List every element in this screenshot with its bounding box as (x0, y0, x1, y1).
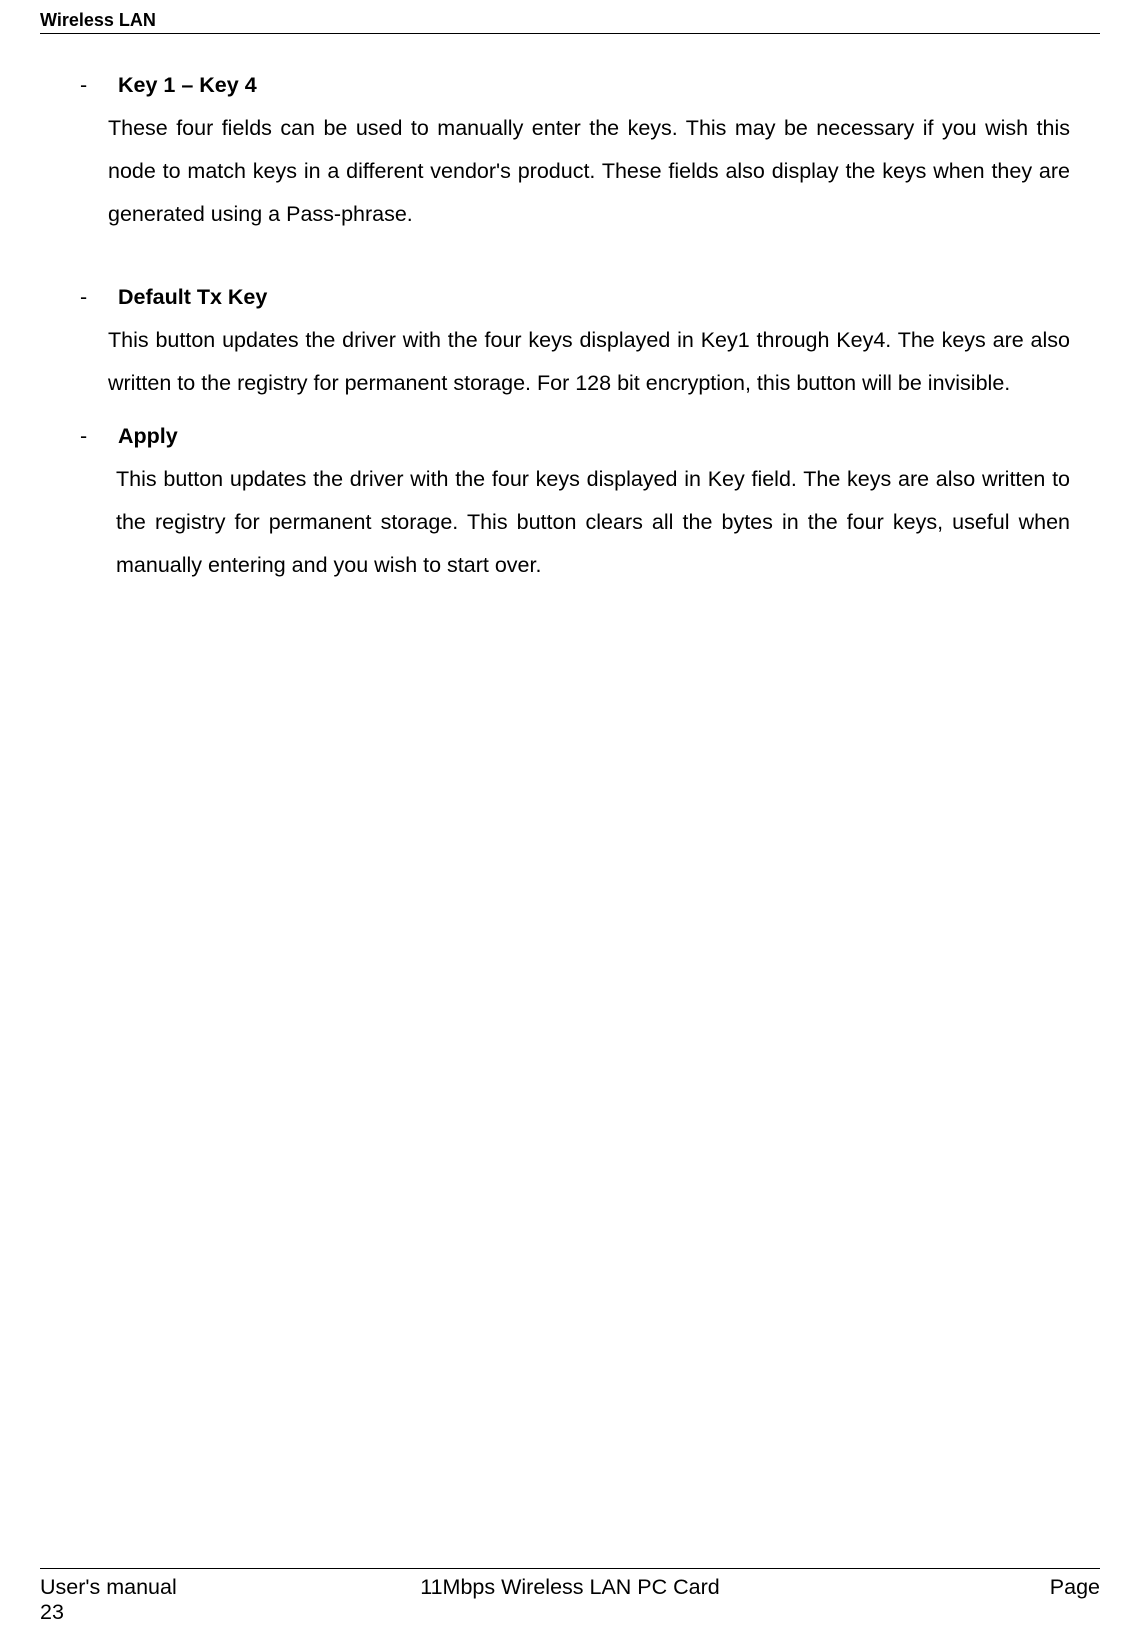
footer-right: Page (747, 1575, 1100, 1600)
item-body: These four fields can be used to manuall… (70, 107, 1070, 236)
list-item: - Apply This button updates the driver w… (70, 415, 1070, 587)
footer-left: User's manual (40, 1575, 393, 1600)
bullet-dash: - (70, 64, 118, 107)
page-header: Wireless LAN (40, 0, 1100, 34)
item-heading: Key 1 – Key 4 (118, 64, 257, 107)
footer-top-row: User's manual 11Mbps Wireless LAN PC Car… (40, 1575, 1100, 1600)
page-container: Wireless LAN - Key 1 – Key 4 These four … (0, 0, 1140, 1650)
footer-center: 11Mbps Wireless LAN PC Card (393, 1575, 746, 1600)
item-heading: Default Tx Key (118, 276, 267, 319)
list-item: - Key 1 – Key 4 These four fields can be… (70, 64, 1070, 236)
item-body: This button updates the driver with the … (70, 319, 1070, 405)
content-area: - Key 1 – Key 4 These four fields can be… (40, 34, 1100, 587)
bullet-dash: - (70, 276, 118, 319)
item-heading-row: - Key 1 – Key 4 (70, 64, 1070, 107)
list-item: - Default Tx Key This button updates the… (70, 276, 1070, 405)
item-heading-row: - Apply (70, 415, 1070, 458)
page-footer: User's manual 11Mbps Wireless LAN PC Car… (40, 1568, 1100, 1625)
item-heading: Apply (118, 415, 178, 458)
bullet-dash: - (70, 415, 118, 458)
item-body: This button updates the driver with the … (70, 458, 1070, 587)
header-title: Wireless LAN (40, 10, 156, 30)
item-heading-row: - Default Tx Key (70, 276, 1070, 319)
footer-page-number: 23 (40, 1600, 1100, 1625)
